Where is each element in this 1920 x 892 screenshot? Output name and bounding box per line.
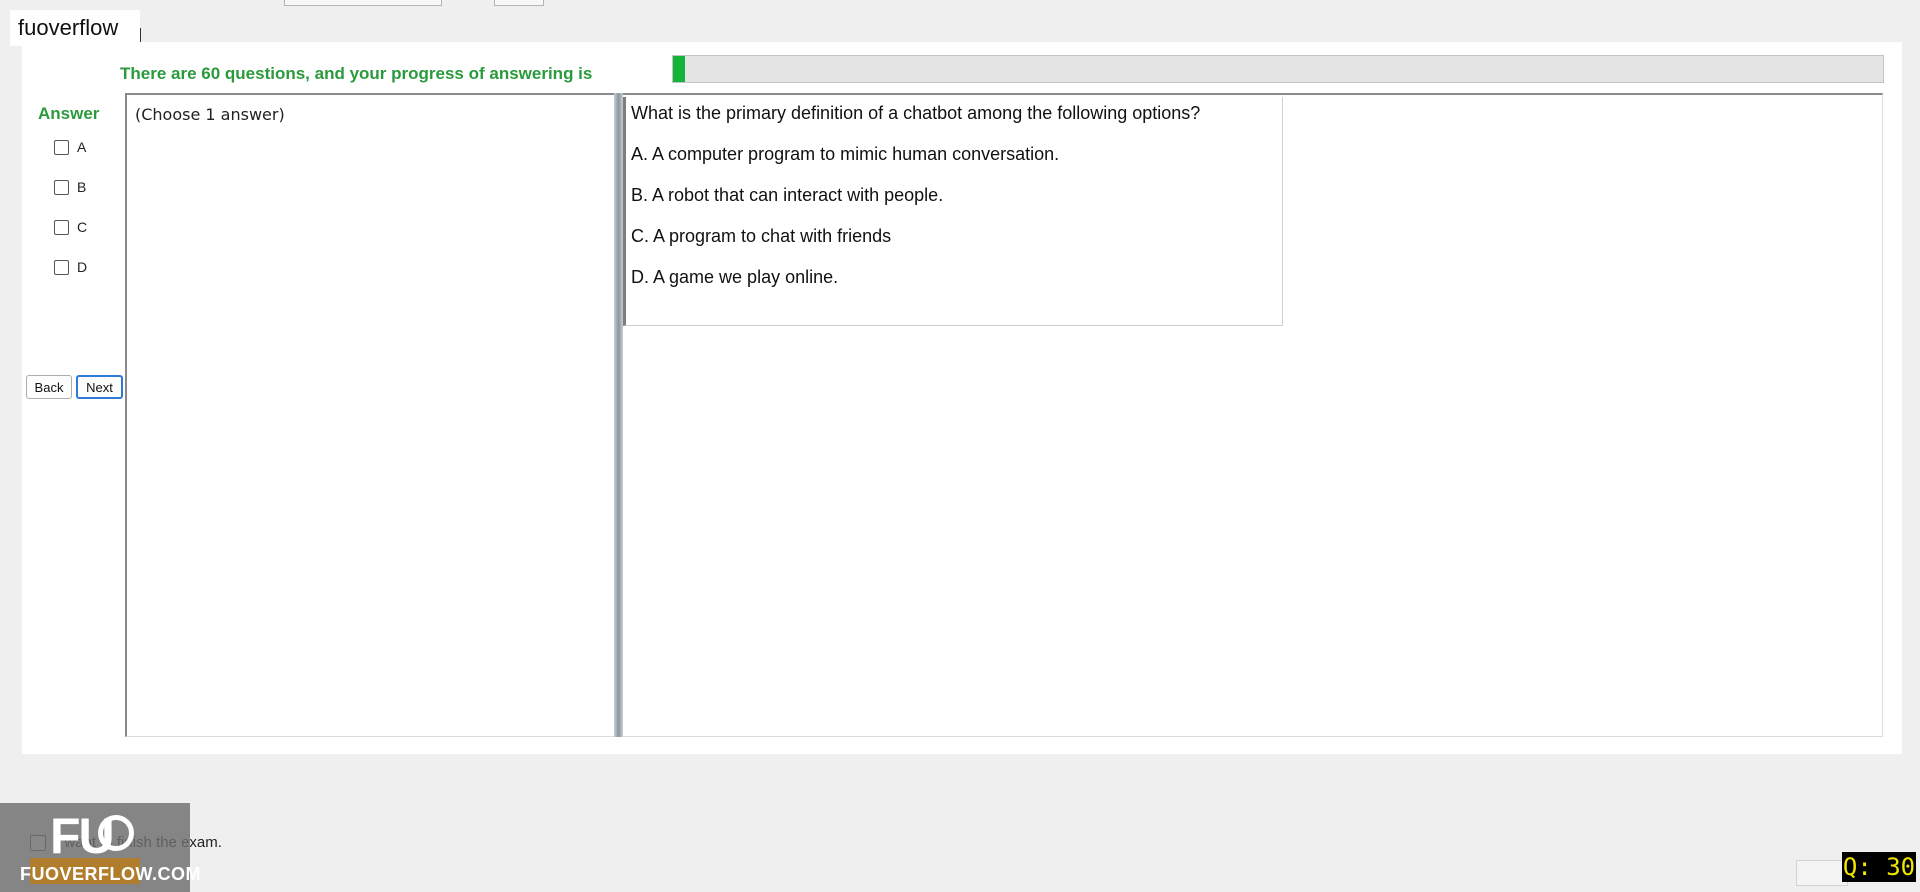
answer-option-b[interactable]: B	[54, 179, 86, 195]
brand-label: fuoverflow	[10, 10, 140, 46]
back-button[interactable]: Back	[26, 375, 72, 399]
finish-button-fragment[interactable]	[1796, 860, 1848, 886]
question-box: What is the primary definition of a chat…	[623, 97, 1283, 326]
question-counter: Q: 30	[1842, 852, 1916, 882]
question-option-a: A. A computer program to mimic human con…	[631, 144, 1060, 164]
watermark-logo-ring	[98, 815, 134, 851]
checkbox-a[interactable]	[54, 139, 69, 155]
toolbar-fragment: ​	[0, 0, 1920, 12]
checkbox-d[interactable]	[54, 259, 69, 275]
question-option-d: D. A game we play online.	[631, 267, 839, 287]
option-label-d: D	[77, 259, 88, 275]
question-text: What is the primary definition of a chat…	[631, 103, 1201, 123]
toolbar-field-fragment-2	[494, 0, 544, 6]
watermark-logo: FU FUOVERFLOW.COM	[0, 803, 201, 892]
pane-splitter[interactable]	[614, 93, 623, 737]
answer-option-c[interactable]: C	[54, 219, 87, 235]
option-label-c: C	[77, 219, 88, 235]
next-button[interactable]: Next	[76, 375, 123, 399]
progress-label: There are 60 questions, and your progres…	[120, 64, 593, 83]
choose-answer-box: (Choose 1 answer)	[125, 93, 615, 737]
option-label-a: A	[77, 139, 87, 155]
question-option-c: C. A program to chat with friends	[631, 226, 892, 246]
choose-instruction: (Choose 1 answer)	[135, 105, 285, 124]
progress-bar	[672, 55, 1884, 83]
option-label-b: B	[77, 179, 87, 195]
watermark-site: FUOVERFLOW.COM	[20, 864, 201, 884]
question-option-b: B. A robot that can interact with people…	[631, 185, 944, 205]
answer-title: Answer	[38, 104, 100, 123]
checkbox-c[interactable]	[54, 219, 69, 235]
answer-option-a[interactable]: A	[54, 139, 86, 155]
checkbox-b[interactable]	[54, 179, 69, 195]
progress-bar-fill	[673, 56, 686, 82]
answer-option-d[interactable]: D	[54, 259, 87, 275]
toolbar-field-fragment	[284, 0, 442, 6]
question-area: What is the primary definition of a chat…	[623, 93, 1883, 737]
